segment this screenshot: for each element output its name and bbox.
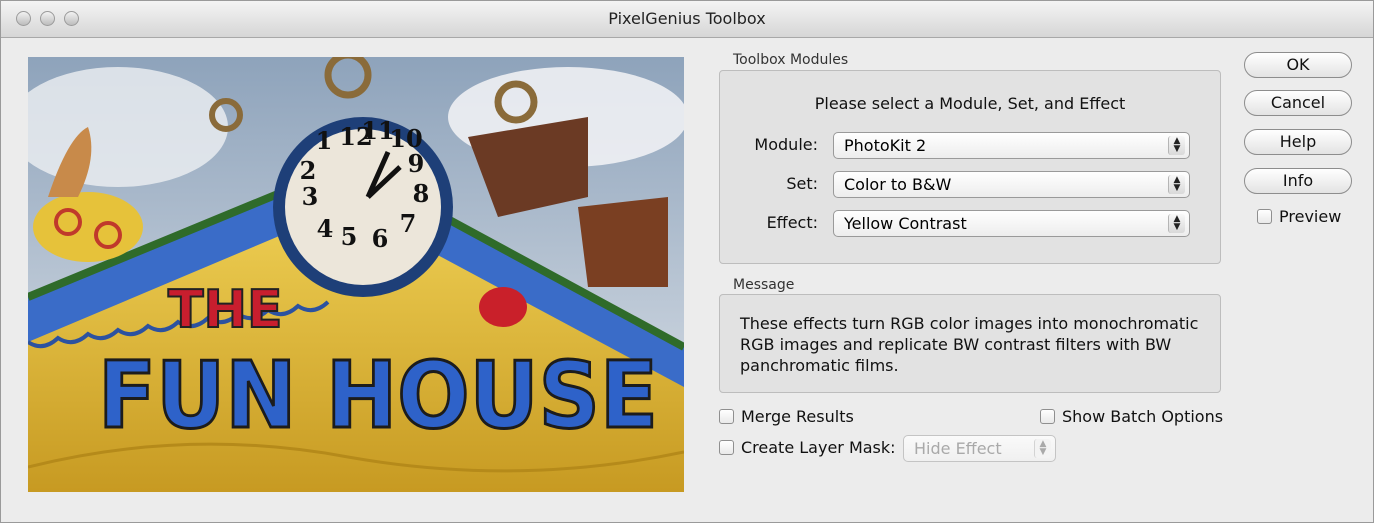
effect-select-value: Yellow Contrast xyxy=(844,214,967,233)
sign-text-fun-house: FUN HOUSE xyxy=(98,342,658,449)
module-select[interactable]: PhotoKit 2 ▲ ▼ xyxy=(833,132,1190,159)
message-label: Message xyxy=(733,277,795,293)
ok-button[interactable]: OK xyxy=(1244,52,1352,78)
clock-numeral: 6 xyxy=(372,224,389,253)
create-layer-mask-checkbox[interactable] xyxy=(719,440,734,455)
chevron-updown-icon: ▲ ▼ xyxy=(1168,136,1185,155)
help-button[interactable]: Help xyxy=(1244,129,1352,155)
clock-numeral: 1 xyxy=(316,126,333,155)
clock-numeral: 8 xyxy=(413,179,430,208)
layer-mask-select-value: Hide Effect xyxy=(914,439,1002,458)
clock-numeral: 5 xyxy=(341,222,358,251)
chevron-updown-icon: ▲ ▼ xyxy=(1168,214,1185,233)
layer-mask-select[interactable]: Hide Effect ▲ ▼ xyxy=(903,435,1056,462)
preview-checkbox[interactable] xyxy=(1257,209,1272,224)
clock-numeral: 2 xyxy=(300,156,317,185)
set-select[interactable]: Color to B&W ▲ ▼ xyxy=(833,171,1190,198)
merge-results-label[interactable]: Merge Results xyxy=(741,407,854,426)
cancel-button[interactable]: Cancel xyxy=(1244,90,1352,116)
show-batch-options-label[interactable]: Show Batch Options xyxy=(1062,407,1223,426)
module-select-value: PhotoKit 2 xyxy=(844,136,927,155)
set-select-value: Color to B&W xyxy=(844,175,952,194)
sign-text-the: THE xyxy=(168,280,283,340)
preview-image: 12 11 10 9 8 7 6 5 4 3 2 1 THE FUN HOUSE xyxy=(28,57,684,492)
clock-numeral: 4 xyxy=(317,214,334,243)
clock-numeral: 7 xyxy=(400,209,417,238)
effect-label: Effect: xyxy=(766,213,818,232)
module-label: Module: xyxy=(754,135,818,154)
clock-numeral: 9 xyxy=(408,149,425,178)
chevron-updown-icon: ▲ ▼ xyxy=(1034,439,1051,458)
dialog-window: PixelGenius Toolbox 12 11 10 9 8 7 6 5 4… xyxy=(0,0,1374,523)
set-label: Set: xyxy=(786,174,818,193)
module-prompt: Please select a Module, Set, and Effect xyxy=(814,94,1126,113)
message-group: These effects turn RGB color images into… xyxy=(719,294,1221,393)
effect-select[interactable]: Yellow Contrast ▲ ▼ xyxy=(833,210,1190,237)
clock-numeral: 3 xyxy=(302,182,319,211)
toolbox-modules-label: Toolbox Modules xyxy=(733,52,849,68)
create-layer-mask-label[interactable]: Create Layer Mask: xyxy=(741,438,896,457)
show-batch-options-checkbox[interactable] xyxy=(1040,409,1055,424)
toolbox-modules-group: Please select a Module, Set, and Effect … xyxy=(719,70,1221,264)
message-text: These effects turn RGB color images into… xyxy=(740,314,1199,375)
window-title: PixelGenius Toolbox xyxy=(608,9,766,28)
info-button[interactable]: Info xyxy=(1244,168,1352,194)
chevron-updown-icon: ▲ ▼ xyxy=(1168,175,1185,194)
merge-results-checkbox[interactable] xyxy=(719,409,734,424)
preview-label[interactable]: Preview xyxy=(1279,207,1341,226)
title-bar[interactable]: PixelGenius Toolbox xyxy=(1,1,1373,38)
